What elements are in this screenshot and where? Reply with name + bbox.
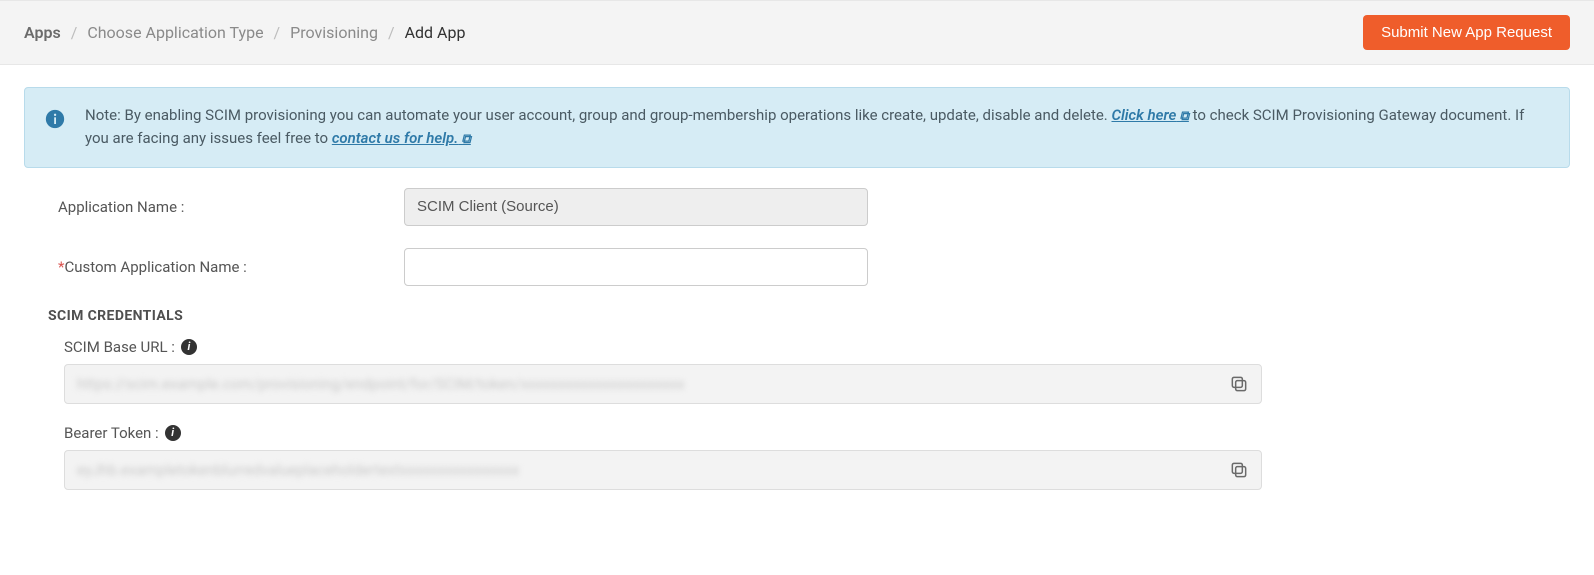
- custom-application-name-label: *Custom Application Name :: [32, 258, 404, 276]
- breadcrumb-sep: /: [71, 23, 78, 42]
- application-name-label: Application Name :: [32, 198, 404, 216]
- info-alert-text: Note: By enabling SCIM provisioning you …: [85, 104, 1549, 151]
- info-alert: Note: By enabling SCIM provisioning you …: [24, 87, 1570, 168]
- scim-base-url-label: SCIM Base URL :: [64, 338, 175, 356]
- scim-base-url-value: https://scim.example.com/provisioning/en…: [77, 375, 685, 393]
- info-icon[interactable]: i: [165, 425, 181, 441]
- click-here-link[interactable]: Click here ⧉: [1111, 106, 1188, 124]
- bearer-token-label: Bearer Token :: [64, 424, 159, 442]
- breadcrumb-sep: /: [388, 23, 395, 42]
- breadcrumb-sep: /: [274, 23, 281, 42]
- contact-us-link[interactable]: contact us for help. ⧉: [332, 129, 471, 147]
- copy-icon[interactable]: [1229, 460, 1249, 480]
- info-icon: [45, 107, 65, 138]
- copy-icon[interactable]: [1229, 374, 1249, 394]
- scim-base-url-field: https://scim.example.com/provisioning/en…: [64, 364, 1262, 404]
- external-link-icon: ⧉: [1176, 109, 1188, 124]
- breadcrumb: Apps / Choose Application Type / Provisi…: [24, 23, 465, 42]
- alert-text-prefix: Note: By enabling SCIM provisioning you …: [85, 106, 1111, 124]
- breadcrumb-provisioning[interactable]: Provisioning: [290, 23, 378, 42]
- submit-new-app-request-button[interactable]: Submit New App Request: [1363, 15, 1570, 50]
- breadcrumb-choose-type[interactable]: Choose Application Type: [87, 23, 263, 42]
- breadcrumb-apps[interactable]: Apps: [24, 23, 61, 42]
- breadcrumb-current: Add App: [405, 23, 466, 42]
- external-link-icon: ⧉: [458, 132, 470, 147]
- bearer-token-field: eyJhb.exampletokenblurredvalueplaceholde…: [64, 450, 1262, 490]
- scim-credentials-heading: SCIM CREDENTIALS: [48, 308, 1562, 324]
- bearer-token-value: eyJhb.exampletokenblurredvalueplaceholde…: [77, 461, 519, 479]
- application-name-input: [404, 188, 868, 226]
- info-icon[interactable]: i: [181, 339, 197, 355]
- custom-application-name-input[interactable]: [404, 248, 868, 286]
